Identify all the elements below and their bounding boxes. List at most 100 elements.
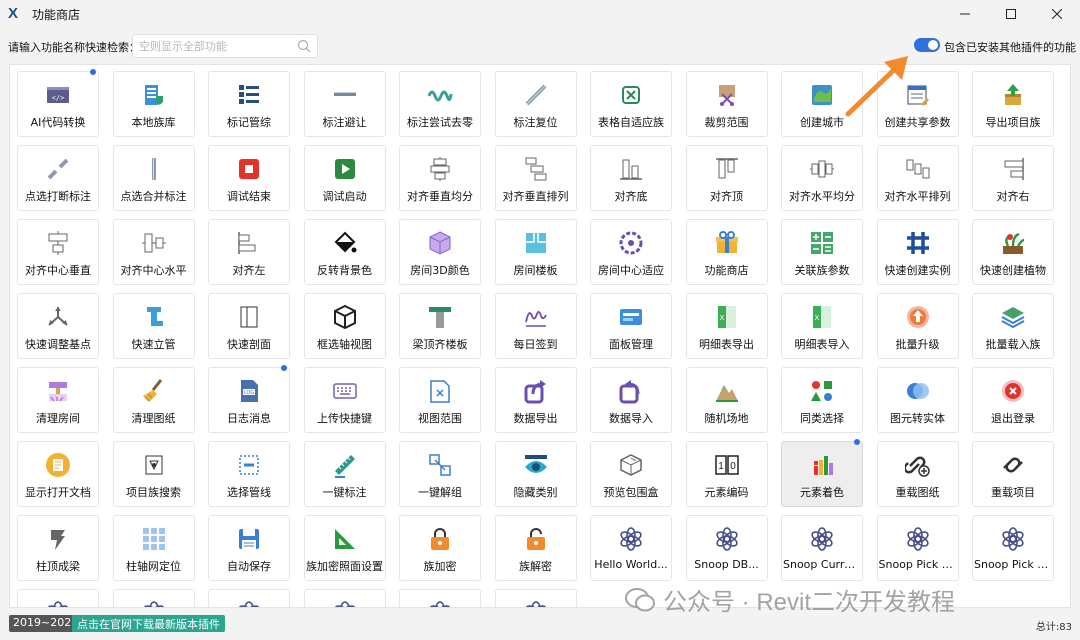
- function-tile[interactable]: 裁剪范围: [685, 71, 768, 137]
- function-tile[interactable]: 数据导出: [494, 367, 577, 433]
- function-tile[interactable]: 功能商店: [685, 219, 768, 285]
- function-tiles: </> AI代码转换 本地族库 标记管综 标注避让 标注尝试去零 标注复位 表格自适应族 裁剪范…: [17, 69, 1054, 607]
- function-tile[interactable]: 对齐垂直均分: [399, 145, 481, 211]
- function-tile[interactable]: LOG 日志消息: [208, 365, 290, 433]
- function-tile[interactable]: 柱顶成梁: [17, 515, 99, 581]
- function-tile[interactable]: [303, 589, 386, 607]
- function-tile[interactable]: 房间中心适应: [590, 219, 672, 285]
- function-tile[interactable]: 图元转实体: [876, 367, 959, 433]
- function-tile[interactable]: Snoop Curren...: [781, 515, 863, 581]
- function-tile[interactable]: 标记管综: [208, 71, 290, 137]
- function-tile[interactable]: 房间3D颜色: [399, 219, 481, 285]
- function-tile[interactable]: 快速创建实例: [876, 219, 959, 285]
- function-tile[interactable]: [399, 589, 481, 607]
- function-grid-panel[interactable]: </> AI代码转换 本地族库 标记管综 标注避让 标注尝试去零 标注复位 表格自适应族 裁剪范…: [9, 64, 1071, 608]
- function-tile[interactable]: 对齐中心垂直: [17, 219, 99, 285]
- function-tile[interactable]: 调试结束: [208, 145, 290, 211]
- function-tile[interactable]: 族解密: [494, 515, 577, 581]
- function-tile[interactable]: 同类选择: [781, 367, 863, 433]
- minimize-button[interactable]: [942, 0, 988, 28]
- search-input[interactable]: [133, 35, 293, 57]
- function-tile[interactable]: 退出登录: [972, 367, 1054, 433]
- function-tile[interactable]: Snoop DB...: [685, 515, 768, 581]
- function-tile[interactable]: 视图范围: [399, 367, 481, 433]
- function-tile[interactable]: 导出项目族: [972, 71, 1054, 137]
- function-tile[interactable]: 族加密照面设置: [303, 515, 386, 581]
- function-tile[interactable]: 对齐底: [590, 145, 672, 211]
- function-tile[interactable]: 选择管线: [208, 441, 290, 507]
- function-tile[interactable]: 房间楼板: [494, 219, 577, 285]
- function-tile[interactable]: 面板管理: [590, 293, 672, 359]
- function-tile[interactable]: 快速创建植物: [972, 219, 1054, 285]
- tile-label: 元素编码: [704, 486, 749, 499]
- function-tile[interactable]: 随机场地: [685, 367, 768, 433]
- function-tile[interactable]: 批量载入族: [972, 293, 1054, 359]
- function-tile[interactable]: 自动保存: [208, 515, 290, 581]
- function-tile[interactable]: 对齐右: [972, 145, 1054, 211]
- function-tile[interactable]: 重载图纸: [876, 441, 959, 507]
- function-tile[interactable]: 柱轴网定位: [112, 515, 195, 581]
- function-tile[interactable]: 关联族参数: [781, 219, 863, 285]
- function-tile[interactable]: 标注尝试去零: [399, 71, 481, 137]
- function-tile[interactable]: Snoop Pick F...: [876, 515, 959, 581]
- function-tile[interactable]: 对齐水平均分: [781, 145, 863, 211]
- function-tile[interactable]: 快速调整基点: [17, 293, 99, 359]
- function-tile[interactable]: 反转背景色: [303, 219, 386, 285]
- function-tile[interactable]: [112, 589, 195, 607]
- table-adapt-icon: [618, 82, 644, 108]
- function-tile[interactable]: 对齐中心水平: [112, 219, 195, 285]
- function-tile[interactable]: [17, 589, 99, 607]
- function-tile[interactable]: 调试启动: [303, 145, 386, 211]
- function-tile[interactable]: 元素着色: [781, 439, 863, 507]
- column-beam-icon: [45, 526, 71, 552]
- function-tile[interactable]: 一键标注: [303, 441, 386, 507]
- function-tile[interactable]: 清理图纸: [112, 367, 195, 433]
- function-tile[interactable]: 表格自适应族: [590, 71, 672, 137]
- function-tile[interactable]: 本地族库: [112, 71, 195, 137]
- function-tile[interactable]: 标注避让: [303, 71, 386, 137]
- search-box[interactable]: [132, 34, 318, 58]
- function-tile[interactable]: 标注复位: [494, 71, 577, 137]
- function-tile[interactable]: 预览包围盒: [590, 441, 672, 507]
- function-tile[interactable]: [208, 589, 290, 607]
- function-tile[interactable]: 族加密: [399, 515, 481, 581]
- function-tile[interactable]: 对齐顶: [685, 145, 768, 211]
- function-tile[interactable]: 点选打断标注: [17, 145, 99, 211]
- function-tile[interactable]: 项目族搜索: [112, 441, 195, 507]
- function-tile[interactable]: 快速剖面: [208, 293, 290, 359]
- function-tile[interactable]: 1 0 元素编码: [685, 441, 768, 507]
- search-icon[interactable]: [297, 39, 311, 53]
- function-tile[interactable]: 对齐左: [208, 219, 290, 285]
- function-tile[interactable]: 显示打开文档: [17, 441, 99, 507]
- function-tile[interactable]: 每日签到: [494, 293, 577, 359]
- function-tile[interactable]: X 明细表导出: [685, 293, 768, 359]
- tile-label: 柱顶成梁: [36, 560, 80, 573]
- function-tile[interactable]: [494, 589, 577, 607]
- function-tile[interactable]: 上传快捷键: [303, 367, 386, 433]
- function-tile[interactable]: 数据导入: [590, 367, 672, 433]
- function-tile[interactable]: Snoop Pick E...: [972, 515, 1054, 581]
- function-tile[interactable]: 梁顶齐楼板: [399, 293, 481, 359]
- function-tile[interactable]: 批量升级: [876, 293, 959, 359]
- function-tile[interactable]: 点选合并标注: [112, 145, 195, 211]
- function-tile[interactable]: 对齐垂直排列: [494, 145, 577, 211]
- maximize-button[interactable]: [988, 0, 1034, 28]
- function-tile[interactable]: 框选轴视图: [303, 293, 386, 359]
- grid-hash-icon: [905, 230, 931, 256]
- function-tile[interactable]: 重载项目: [972, 441, 1054, 507]
- function-tile[interactable]: 隐藏类别: [494, 441, 577, 507]
- function-tile[interactable]: X 明细表导入: [781, 293, 863, 359]
- download-latest-link[interactable]: 点击在官网下载最新版本插件: [72, 615, 225, 632]
- function-tile[interactable]: 对齐水平排列: [876, 145, 959, 211]
- window-controls: [942, 0, 1080, 28]
- function-tile[interactable]: Hello World...: [590, 515, 672, 581]
- function-tile[interactable]: </> AI代码转换: [17, 69, 99, 137]
- tile-label: 项目族搜索: [126, 486, 181, 499]
- include-plugins-toggle[interactable]: [914, 38, 940, 52]
- align-horizontal-arrange-icon: [905, 156, 931, 182]
- close-button[interactable]: [1034, 0, 1080, 28]
- function-tile[interactable]: 快速立管: [112, 293, 195, 359]
- function-tile[interactable]: 一键解组: [399, 441, 481, 507]
- openai-icon: [427, 600, 453, 607]
- function-tile[interactable]: 清理房间: [17, 367, 99, 433]
